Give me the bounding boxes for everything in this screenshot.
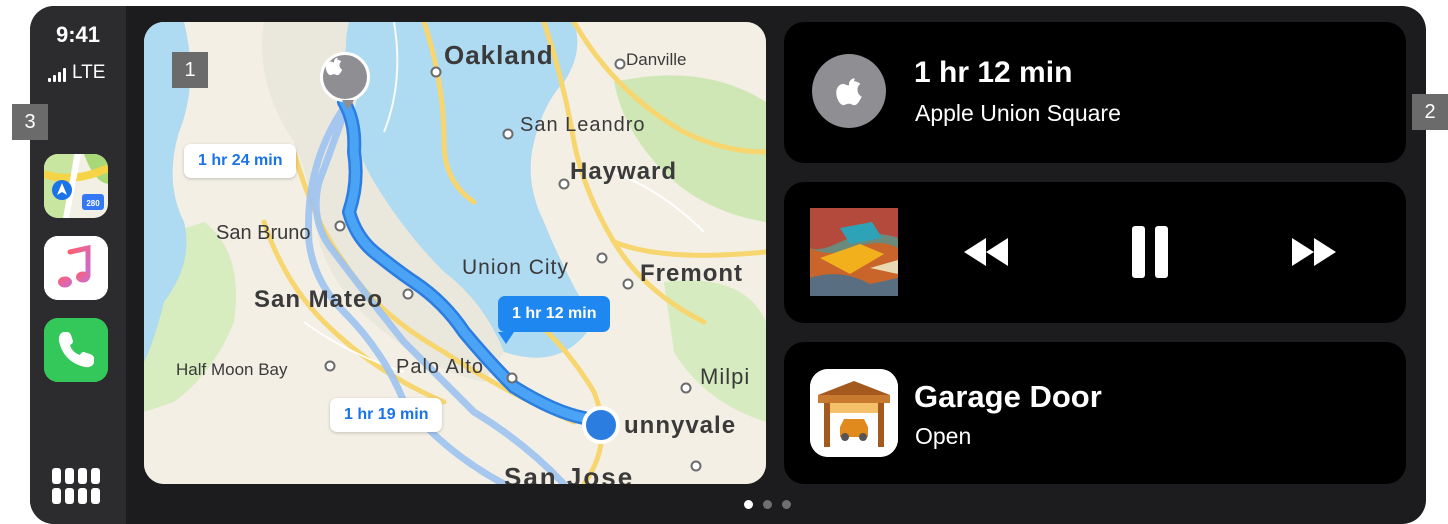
city-label: San Bruno — [216, 222, 311, 244]
city-label: Fremont — [640, 260, 743, 287]
map-view[interactable]: Oakland Danville San Leandro Hayward San… — [144, 22, 766, 484]
signal-bars-icon — [48, 68, 66, 82]
navigation-card[interactable]: 1 hr 12 min Apple Union Square — [784, 22, 1406, 163]
navigation-destination: Apple Union Square — [915, 100, 1121, 126]
home-accessory-card[interactable]: Garage Door Open — [784, 342, 1406, 484]
carplay-screen: 9:41 LTE 280 Oakland Danville San Leandr… — [30, 6, 1426, 524]
music-app-icon[interactable] — [44, 236, 108, 300]
city-label: San Jose — [504, 462, 635, 484]
status-time: 9:41 — [55, 22, 101, 47]
navigation-eta: 1 hr 12 min — [914, 56, 1073, 89]
primary-route-label-tail — [498, 332, 514, 344]
fast-forward-icon[interactable] — [1284, 222, 1344, 282]
pause-icon[interactable] — [1120, 222, 1180, 282]
app-grid-icon[interactable] — [52, 468, 100, 504]
accessory-name: Garage Door — [914, 379, 1102, 414]
city-label: Half Moon Bay — [176, 360, 288, 379]
city-label: Oakland — [444, 40, 554, 70]
city-label: Union City — [462, 256, 569, 279]
cellular-status: LTE — [48, 63, 105, 82]
destination-pin[interactable] — [320, 52, 370, 102]
network-type: LTE — [72, 62, 106, 83]
primary-route-eta-label[interactable]: 1 hr 12 min — [498, 296, 611, 332]
svg-text:280: 280 — [86, 199, 100, 208]
city-label: San Leandro — [520, 114, 646, 136]
apple-logo-icon — [812, 54, 886, 128]
page-dot — [782, 500, 791, 509]
alt-route-eta-label[interactable]: 1 hr 24 min — [184, 144, 297, 178]
callout-badge-1: 1 — [172, 52, 208, 88]
garage-door-icon — [810, 369, 898, 457]
rewind-icon[interactable] — [956, 222, 1016, 282]
city-label: Milpi — [700, 364, 751, 389]
city-label: Palo Alto — [396, 356, 484, 378]
maps-app-icon[interactable]: 280 — [44, 154, 108, 218]
page-dot-active — [744, 500, 753, 509]
callout-badge-2: 2 — [1412, 94, 1448, 130]
city-label: unnyvale — [624, 412, 737, 439]
page-dot — [763, 500, 772, 509]
sidebar: 9:41 LTE 280 — [30, 6, 126, 524]
city-label: Hayward — [570, 158, 678, 185]
current-location-dot — [582, 406, 620, 444]
album-artwork[interactable] — [810, 208, 898, 296]
city-label: Danville — [626, 50, 687, 69]
page-indicator — [744, 500, 791, 509]
alt-route-eta-label[interactable]: 1 hr 19 min — [330, 398, 443, 432]
accessory-status: Open — [915, 423, 972, 449]
destination-pin-tail — [342, 100, 354, 110]
apple-logo-icon — [325, 57, 356, 88]
city-label: San Mateo — [254, 286, 384, 313]
phone-app-icon[interactable] — [44, 318, 108, 382]
callout-badge-3: 3 — [12, 104, 48, 140]
now-playing-card[interactable] — [784, 182, 1406, 323]
